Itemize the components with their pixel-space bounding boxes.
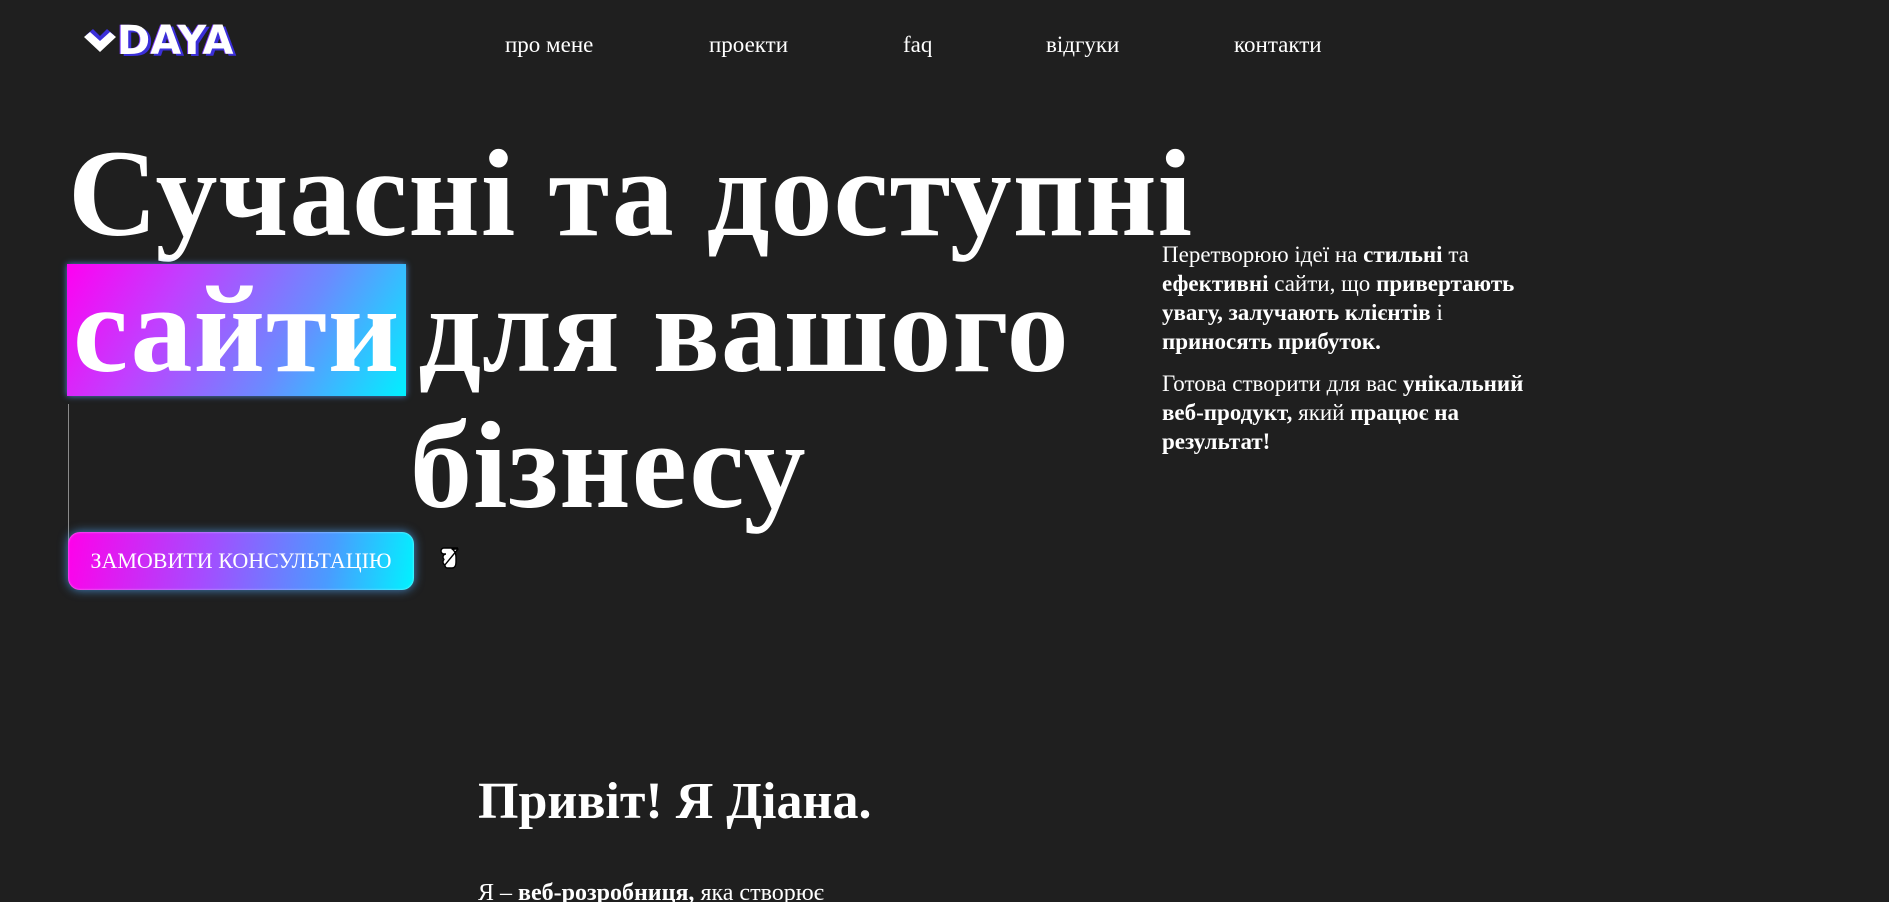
nav-link-faq[interactable]: faq — [903, 28, 932, 62]
nav-link-contacts[interactable]: контакти — [1234, 28, 1322, 62]
text-segment: Перетворюю ідеї на — [1162, 242, 1364, 267]
emphasis-text: приносять прибуток. — [1162, 329, 1381, 354]
hero-description-paragraph-1: Перетворюю ідеї на стильні та ефективні … — [1162, 240, 1542, 356]
emphasis-text: веб-розробниця, — [518, 880, 695, 902]
text-segment: який — [1292, 400, 1351, 425]
emphasis-text: ефективні — [1162, 271, 1269, 296]
text-segment: яка створює — [694, 880, 824, 902]
hero-title: Сучасні та доступні сайти для вашого бізн… — [67, 125, 1194, 534]
text-segment: та — [1442, 242, 1469, 267]
hero-description: Перетворюю ідеї на стильні та ефективні … — [1162, 240, 1542, 469]
hero-description-paragraph-2: Готова створити для вас унікальний веб-п… — [1162, 369, 1542, 456]
logo-chevron-icon — [84, 29, 116, 52]
nav-link-projects[interactable]: проекти — [709, 28, 788, 62]
about-intro-text: Я – веб-розробниця, яка створює — [478, 876, 824, 902]
emphasis-text: стильні — [1363, 242, 1443, 267]
hero-title-line-2: сайти для вашого — [67, 261, 1148, 398]
pointing-hand-icon — [440, 547, 459, 569]
about-title: Привіт! Я Діана. — [478, 773, 872, 830]
hero-title-line-1: Сучасні та доступні — [68, 125, 1194, 262]
text-segment: і — [1430, 300, 1443, 325]
decorative-vertical-line — [68, 404, 69, 554]
order-consultation-button[interactable]: ЗАМОВИТИ КОНСУЛЬТАЦІЮ — [68, 532, 414, 590]
hero-title-line-2-rest: для вашого — [418, 261, 1070, 398]
logo[interactable]: DAYA — [84, 18, 233, 64]
nav-link-about[interactable]: про мене — [505, 28, 593, 62]
text-segment: Готова створити для вас — [1162, 371, 1403, 396]
logo-text: DAYA — [117, 18, 234, 64]
hero-title-highlight: сайти — [67, 264, 407, 396]
text-segment: Я – — [478, 880, 519, 902]
page: DAYA про мене проекти faq відгуки контак… — [0, 0, 1889, 902]
nav-link-reviews[interactable]: відгуки — [1046, 28, 1119, 62]
hero-title-line-3: бізнесу — [410, 397, 807, 534]
text-segment: сайти, що — [1268, 271, 1377, 296]
